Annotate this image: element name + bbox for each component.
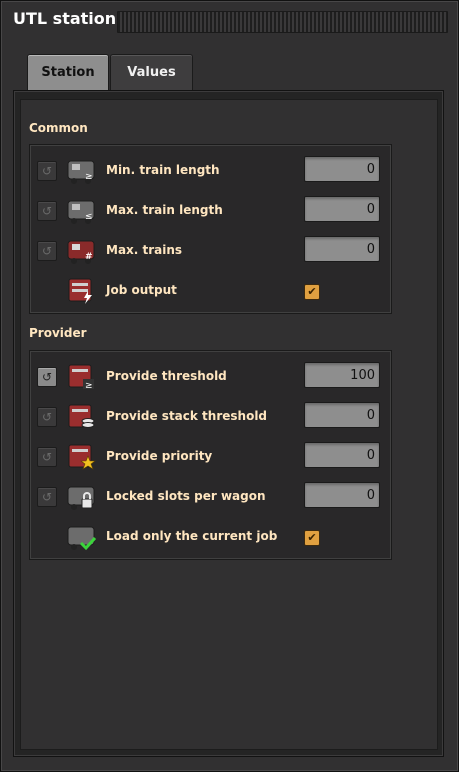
title-bar[interactable]: UTL station	[1, 1, 458, 39]
locked-slots-input[interactable]: 0	[304, 482, 380, 508]
priority-star-icon	[68, 444, 96, 470]
provide-priority-input[interactable]: 0	[304, 442, 380, 468]
section-title-provider: Provider	[29, 326, 87, 340]
job-output-checkbox[interactable]: ✔	[304, 284, 320, 300]
setting-label: Job output	[106, 283, 177, 297]
stack-threshold-icon	[68, 404, 95, 428]
load-current-job-checkbox[interactable]: ✔	[304, 530, 320, 546]
train-max-length-icon: ≤	[67, 200, 95, 224]
setting-label: Provide stack threshold	[106, 409, 268, 423]
reset-icon[interactable]: ↺	[37, 241, 57, 261]
reset-icon[interactable]: ↺	[37, 367, 57, 387]
reset-icon[interactable]: ↺	[37, 447, 57, 467]
setting-row-max-train-length: ↺ ≤ Max. train length 0	[30, 191, 391, 231]
common-settings-box: ↺ ≥ Min. train length 0 ↺ ≤ Max. train l…	[29, 144, 392, 314]
drag-handle[interactable]	[117, 11, 448, 33]
section-title-common: Common	[29, 121, 88, 135]
setting-row-locked-slots: ↺ Locked slots per wagon 0	[30, 477, 391, 517]
setting-label: Max. trains	[106, 243, 183, 257]
tab-station[interactable]: Station	[27, 54, 109, 91]
job-output-icon	[68, 278, 92, 304]
utl-station-window: UTL station Station Values Common ↺ ≥ Mi…	[0, 0, 459, 772]
setting-label: Locked slots per wagon	[106, 489, 266, 503]
provide-threshold-input[interactable]: 100	[304, 362, 380, 388]
svg-text:≤: ≤	[85, 212, 93, 222]
setting-row-min-train-length: ↺ ≥ Min. train length 0	[30, 151, 391, 191]
reset-icon[interactable]: ↺	[37, 487, 57, 507]
setting-row-provide-priority: ↺ Provide priority 0	[30, 437, 391, 477]
train-min-length-icon: ≥	[67, 160, 95, 184]
provide-threshold-icon: ≥	[68, 364, 94, 391]
train-count-icon: #	[67, 240, 95, 264]
reset-icon[interactable]: ↺	[37, 201, 57, 221]
checkmark-wagon-icon	[67, 526, 96, 551]
svg-text:#: #	[85, 252, 93, 262]
tab-values[interactable]: Values	[110, 54, 193, 91]
provide-stack-threshold-input[interactable]: 0	[304, 402, 380, 428]
setting-label: Load only the current job	[106, 529, 278, 543]
min-train-length-input[interactable]: 0	[304, 156, 380, 182]
reset-icon[interactable]: ↺	[37, 161, 57, 181]
provider-settings-box: ↺ ≥ Provide threshold 100 ↺ Provide stac…	[29, 350, 392, 560]
lock-icon	[67, 486, 95, 510]
setting-row-load-current-job: Load only the current job ✔	[30, 517, 391, 557]
reset-icon[interactable]: ↺	[37, 407, 57, 427]
max-train-length-input[interactable]: 0	[304, 196, 380, 222]
setting-row-job-output: Job output ✔	[30, 271, 391, 311]
svg-text:≥: ≥	[85, 172, 93, 182]
setting-row-provide-stack-threshold: ↺ Provide stack threshold 0	[30, 397, 391, 437]
max-trains-input[interactable]: 0	[304, 236, 380, 262]
setting-label: Provide priority	[106, 449, 213, 463]
setting-label: Provide threshold	[106, 369, 227, 383]
setting-row-provide-threshold: ↺ ≥ Provide threshold 100	[30, 357, 391, 397]
setting-label: Max. train length	[106, 203, 223, 217]
setting-label: Min. train length	[106, 163, 220, 177]
window-title: UTL station	[13, 9, 117, 28]
svg-text:≥: ≥	[85, 381, 93, 391]
setting-row-max-trains: ↺ # Max. trains 0	[30, 231, 391, 271]
